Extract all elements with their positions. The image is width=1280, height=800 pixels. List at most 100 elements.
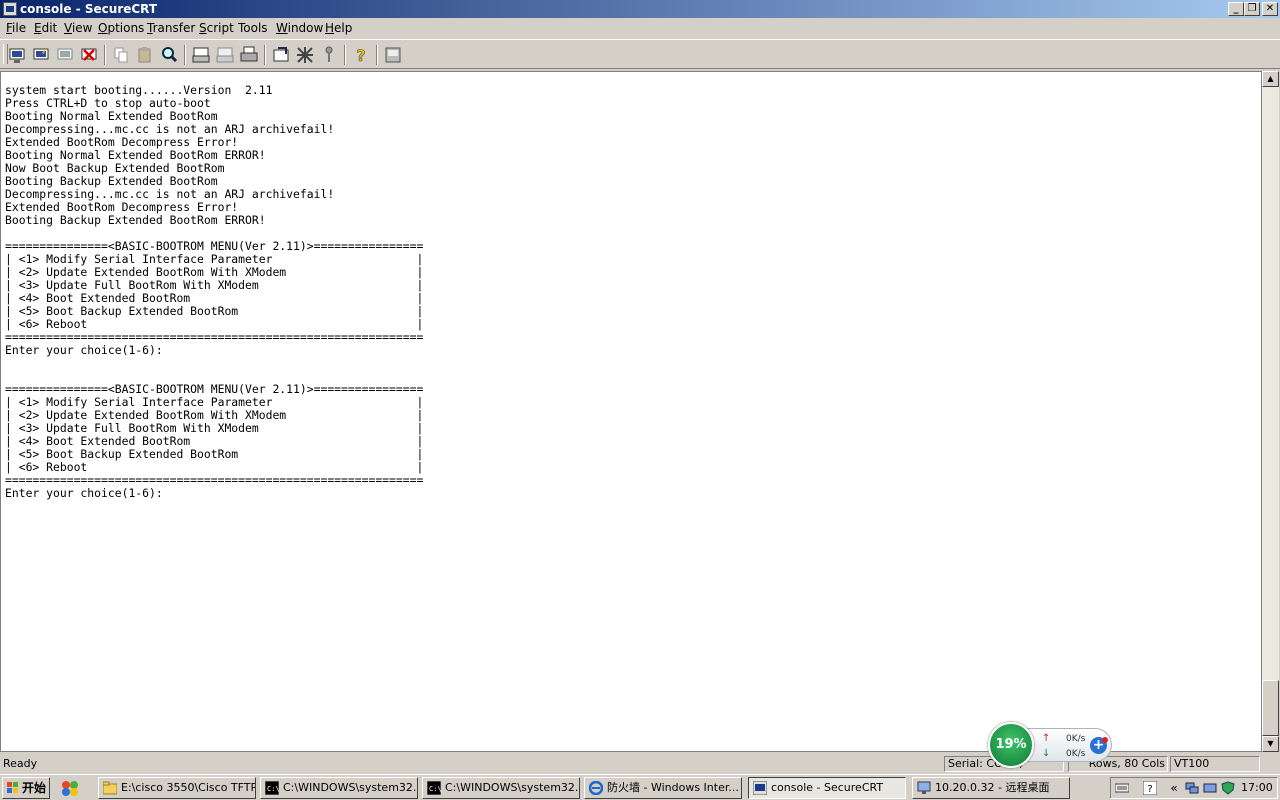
scroll-thumb[interactable]	[1262, 680, 1279, 736]
quick-launch-icon[interactable]	[60, 779, 80, 797]
scroll-up-button[interactable]: ▲	[1262, 71, 1279, 87]
status-ready: Ready	[3, 757, 38, 770]
scroll-down-button[interactable]: ▼	[1262, 736, 1279, 752]
shield-icon[interactable]	[1221, 781, 1235, 795]
remote-desktop-icon	[917, 781, 931, 795]
task-button-cmd-2[interactable]: C:\ C:\WINDOWS\system32...	[422, 777, 580, 799]
reconnect-icon[interactable]	[54, 44, 76, 66]
terminal-line: Decompressing...mc.cc is not an ARJ arch…	[5, 187, 335, 201]
windows-logo-icon	[7, 782, 19, 794]
svg-text:?: ?	[1147, 784, 1152, 795]
system-tray: ? « 17:00	[1110, 777, 1278, 799]
terminal-line: Extended BootRom Decompress Error!	[5, 200, 239, 214]
start-button[interactable]: 开始	[2, 777, 50, 799]
task-button-securecrt[interactable]: console - SecureCRT	[748, 777, 906, 799]
terminal-line: ===============<BASIC-BOOTROM MENU(Ver 2…	[5, 239, 424, 253]
network-tray-icon-2[interactable]	[1203, 781, 1217, 795]
help-tray-icon[interactable]: ?	[1142, 780, 1158, 796]
window-title: console - SecureCRT	[20, 2, 158, 16]
terminal-line: | <1> Modify Serial Interface Parameter …	[5, 395, 424, 409]
folder-icon	[102, 781, 118, 795]
terminal-line: | <4> Boot Extended BootRom |	[5, 434, 424, 448]
minimize-button[interactable]: _	[1228, 2, 1244, 16]
svg-text:C:\: C:\	[267, 785, 279, 793]
menu-window[interactable]: Window	[276, 21, 323, 35]
toolbar-separator	[376, 45, 378, 65]
upload-arrow-icon: ↑	[1042, 733, 1051, 744]
terminal-line: | <5> Boot Backup Extended BootRom |	[5, 304, 424, 318]
sftp-icon[interactable]	[382, 44, 404, 66]
terminal-line: Booting Normal Extended BootRom	[5, 109, 218, 123]
network-tray-icon[interactable]	[1185, 781, 1199, 795]
menu-file[interactable]: File	[6, 21, 26, 35]
session-options-icon[interactable]	[270, 44, 292, 66]
toolbar: ?	[0, 39, 1280, 69]
terminal-output[interactable]: system start booting......Version 2.11 P…	[5, 84, 423, 500]
cmd-icon: C:\	[426, 780, 442, 796]
terminal-line: Enter your choice(1-6):	[5, 343, 163, 357]
terminal-line: | <3> Update Full BootRom With XModem |	[5, 278, 424, 292]
menu-script[interactable]: Script	[199, 21, 234, 35]
title-bar[interactable]: console - SecureCRT _ ❐ ✕	[0, 0, 1280, 18]
print-icon[interactable]	[238, 44, 260, 66]
download-arrow-icon: ↓	[1042, 748, 1051, 759]
toolbar-separator	[344, 45, 346, 65]
keymap-icon[interactable]	[318, 44, 340, 66]
expand-tray-icon[interactable]: «	[1167, 781, 1181, 795]
keyboard-icon[interactable]	[1114, 781, 1130, 795]
terminal-line: Press CTRL+D to stop auto-boot	[5, 96, 211, 110]
find-icon[interactable]	[158, 44, 180, 66]
menu-view[interactable]: View	[64, 21, 92, 35]
close-button[interactable]: ✕	[1262, 2, 1278, 16]
menu-help[interactable]: Help	[325, 21, 352, 35]
quick-connect-icon[interactable]	[30, 44, 52, 66]
terminal-line: | <2> Update Extended BootRom With XMode…	[5, 408, 424, 422]
clock[interactable]: 17:00	[1241, 781, 1273, 795]
terminal-view[interactable]: system start booting......Version 2.11 P…	[0, 71, 1262, 752]
copy-icon[interactable]	[110, 44, 132, 66]
task-button-tftp-folder[interactable]: E:\cisco 3550\Cisco TFTP...	[98, 777, 256, 799]
menu-bar: File Edit View Options Transfer Script T…	[0, 18, 1280, 38]
menu-transfer[interactable]: Transfer	[147, 21, 195, 35]
paste-icon[interactable]	[134, 44, 156, 66]
taskbar: 开始 E:\cisco 3550\Cisco TFTP... C:\ C:\WI…	[0, 774, 1280, 800]
terminal-line: ========================================…	[5, 473, 424, 487]
disconnect-icon[interactable]	[78, 44, 100, 66]
cpu-usage-badge[interactable]: 19%	[988, 722, 1034, 768]
terminal-line: ===============<BASIC-BOOTROM MENU(Ver 2…	[5, 382, 424, 396]
help-icon[interactable]: ?	[350, 44, 372, 66]
print-selection-icon[interactable]	[214, 44, 236, 66]
menu-edit[interactable]: Edit	[34, 21, 57, 35]
terminal-line: | <5> Boot Backup Extended BootRom |	[5, 447, 424, 461]
securecrt-icon	[752, 780, 768, 796]
terminal-line: Booting Backup Extended BootRom ERROR!	[5, 213, 266, 227]
task-button-firewall-ie[interactable]: 防火墙 - Windows Inter...	[584, 777, 742, 799]
menu-options[interactable]: Options	[98, 21, 144, 35]
toolbar-separator	[184, 45, 186, 65]
terminal-line: | <4> Boot Extended BootRom |	[5, 291, 424, 305]
terminal-line: Extended BootRom Decompress Error!	[5, 135, 239, 149]
task-button-remote-desktop[interactable]: 10.20.0.32 - 远程桌面	[912, 777, 1070, 799]
restore-button[interactable]: ❐	[1244, 2, 1260, 16]
terminal-line: ========================================…	[5, 330, 424, 344]
terminal-line: system start booting......Version 2.11	[5, 83, 273, 97]
task-button-cmd-1[interactable]: C:\ C:\WINDOWS\system32...	[260, 777, 418, 799]
start-label: 开始	[22, 781, 47, 795]
terminal-line: Enter your choice(1-6):	[5, 486, 163, 500]
print-screen-icon[interactable]	[190, 44, 212, 66]
global-options-icon[interactable]	[294, 44, 316, 66]
terminal-line: | <1> Modify Serial Interface Parameter …	[5, 252, 424, 266]
securecrt-app-icon[interactable]	[3, 2, 17, 16]
terminal-line: | <6> Reboot |	[5, 317, 424, 331]
connect-icon[interactable]	[6, 44, 28, 66]
network-speed-widget[interactable]: 19% ↑ ↓ 0K/s 0K/s +	[988, 722, 1114, 768]
terminal-line: Now Boot Backup Extended BootRom	[5, 161, 225, 175]
upload-speed: 0K/s	[1066, 734, 1086, 744]
toolbar-separator	[104, 45, 106, 65]
svg-text:?: ?	[356, 46, 365, 65]
cmd-icon: C:\	[264, 780, 280, 796]
terminal-line: | <6> Reboot |	[5, 460, 424, 474]
vertical-scrollbar[interactable]: ▲ ▼	[1262, 71, 1279, 752]
terminal-line: Booting Normal Extended BootRom ERROR!	[5, 148, 266, 162]
menu-tools[interactable]: Tools	[238, 21, 268, 35]
